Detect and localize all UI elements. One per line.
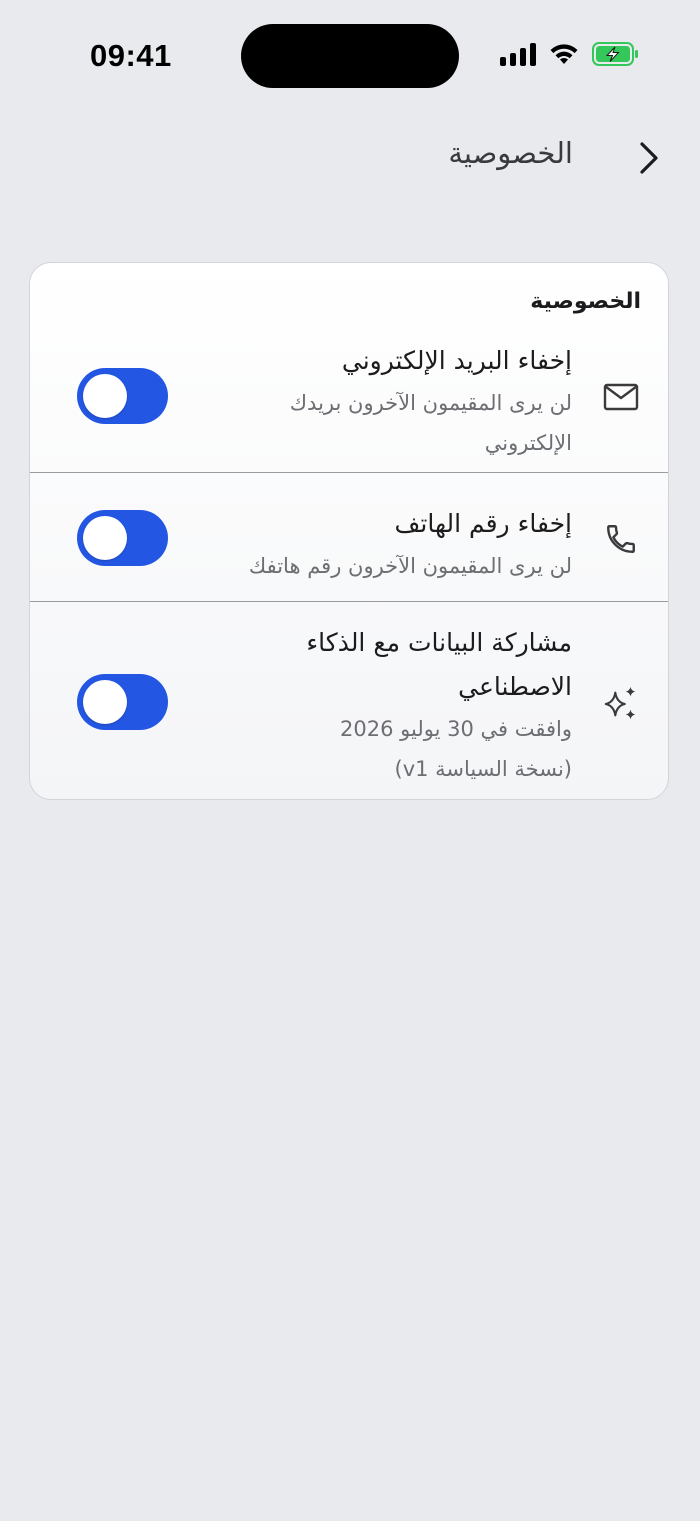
ai-data-sharing-toggle[interactable] xyxy=(77,674,168,730)
cellular-signal-icon xyxy=(500,42,536,66)
ai-data-sharing-row: مشاركة البيانات مع الذكاء الاصطناعي وافق… xyxy=(30,603,668,799)
battery-charging-icon xyxy=(592,42,638,66)
ai-policy-version: (نسخة السياسة v1) xyxy=(394,757,573,781)
hide-email-toggle[interactable] xyxy=(77,368,168,424)
toggle-knob xyxy=(83,374,127,418)
hide-phone-row: إخفاء رقم الهاتف لن يرى المقيمون الآخرون… xyxy=(30,474,668,602)
ai-sharing-title-line-1: مشاركة البيانات مع الذكاء xyxy=(306,628,572,657)
ai-sharing-title-line-2: الاصطناعي xyxy=(458,672,572,701)
ai-consent-date: وافقت في 30 يوليو 2026 xyxy=(340,717,572,741)
chevron-right-icon xyxy=(640,142,658,174)
sparkles-icon xyxy=(602,685,640,723)
hide-email-subtitle-line-1: لن يرى المقيمون الآخرون بريدك xyxy=(289,391,572,415)
hide-email-subtitle-line-2: الإلكتروني xyxy=(484,431,572,455)
mail-icon xyxy=(602,378,640,416)
navigation-header: الخصوصية xyxy=(0,130,700,186)
hide-email-row: إخفاء البريد الإلكتروني لن يرى المقيمون … xyxy=(30,333,668,473)
toggle-knob xyxy=(83,516,127,560)
section-title: الخصوصية xyxy=(530,289,641,314)
hide-phone-subtitle: لن يرى المقيمون الآخرون رقم هاتفك xyxy=(248,554,572,578)
status-time: 09:41 xyxy=(90,38,172,73)
back-button[interactable] xyxy=(634,138,664,178)
page-title: الخصوصية xyxy=(448,136,573,170)
phone-icon xyxy=(602,520,640,558)
privacy-settings-card: الخصوصية إخفاء البريد الإلكتروني لن يرى … xyxy=(29,262,669,800)
wifi-icon xyxy=(550,44,578,64)
hide-phone-title: إخفاء رقم الهاتف xyxy=(394,509,572,538)
toggle-knob xyxy=(83,680,127,724)
hide-email-title: إخفاء البريد الإلكتروني xyxy=(341,346,572,375)
status-icons xyxy=(500,42,640,66)
status-bar: 09:41 xyxy=(0,0,700,110)
hide-phone-toggle[interactable] xyxy=(77,510,168,566)
dynamic-island xyxy=(241,24,459,88)
